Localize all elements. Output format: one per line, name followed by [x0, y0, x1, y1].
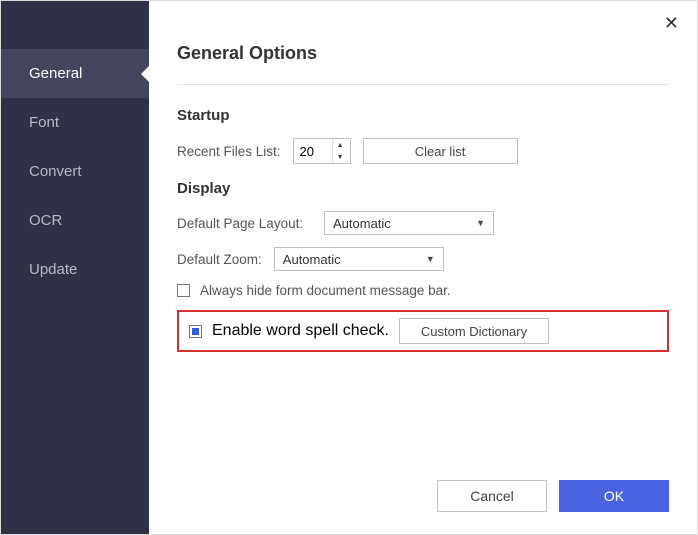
recent-files-row: Recent Files List: ▲ ▼ Clear list [177, 138, 669, 164]
spinner-up-icon[interactable]: ▲ [333, 139, 348, 151]
spell-check-label: Enable word spell check. [212, 322, 389, 340]
divider [177, 84, 669, 85]
zoom-select[interactable]: Automatic ▼ [274, 247, 444, 271]
recent-files-input[interactable] [294, 139, 332, 163]
main-panel: ✕ General Options Startup Recent Files L… [149, 1, 697, 534]
sidebar-item-label: Font [29, 114, 59, 131]
sidebar-item-ocr[interactable]: OCR [1, 196, 149, 245]
section-startup-heading: Startup [177, 107, 669, 124]
sidebar-item-label: Convert [29, 163, 82, 180]
close-button[interactable]: ✕ [656, 9, 687, 38]
hide-bar-row: Always hide form document message bar. [177, 283, 669, 298]
zoom-label: Default Zoom: [177, 252, 262, 267]
page-layout-select[interactable]: Automatic ▼ [324, 211, 494, 235]
close-icon: ✕ [664, 13, 679, 33]
sidebar: General Font Convert OCR Update [1, 1, 149, 534]
spinner-down-icon[interactable]: ▼ [333, 151, 348, 163]
recent-files-label: Recent Files List: [177, 144, 281, 159]
sidebar-item-font[interactable]: Font [1, 98, 149, 147]
hide-bar-checkbox[interactable] [177, 284, 190, 297]
sidebar-item-label: Update [29, 261, 77, 278]
spell-check-highlight: Enable word spell check. Custom Dictiona… [177, 310, 669, 352]
checkbox-fill [192, 328, 199, 335]
zoom-row: Default Zoom: Automatic ▼ [177, 247, 669, 271]
chevron-down-icon: ▼ [426, 254, 435, 264]
ok-button[interactable]: OK [559, 480, 669, 512]
footer: Cancel OK [177, 460, 669, 512]
sidebar-item-convert[interactable]: Convert [1, 147, 149, 196]
spinner-arrows: ▲ ▼ [332, 139, 348, 163]
zoom-value: Automatic [283, 252, 341, 267]
spell-check-checkbox[interactable] [189, 325, 202, 338]
sidebar-item-label: OCR [29, 212, 62, 229]
page-layout-value: Automatic [333, 216, 391, 231]
clear-list-button[interactable]: Clear list [363, 138, 518, 164]
page-layout-row: Default Page Layout: Automatic ▼ [177, 211, 669, 235]
cancel-button[interactable]: Cancel [437, 480, 547, 512]
recent-files-spinner[interactable]: ▲ ▼ [293, 138, 351, 164]
chevron-down-icon: ▼ [476, 218, 485, 228]
sidebar-item-general[interactable]: General [1, 49, 149, 98]
page-title: General Options [177, 43, 669, 64]
custom-dictionary-button[interactable]: Custom Dictionary [399, 318, 549, 344]
hide-bar-label: Always hide form document message bar. [200, 283, 451, 298]
sidebar-item-update[interactable]: Update [1, 245, 149, 294]
page-layout-label: Default Page Layout: [177, 216, 312, 231]
sidebar-item-label: General [29, 65, 82, 82]
section-display-heading: Display [177, 180, 669, 197]
